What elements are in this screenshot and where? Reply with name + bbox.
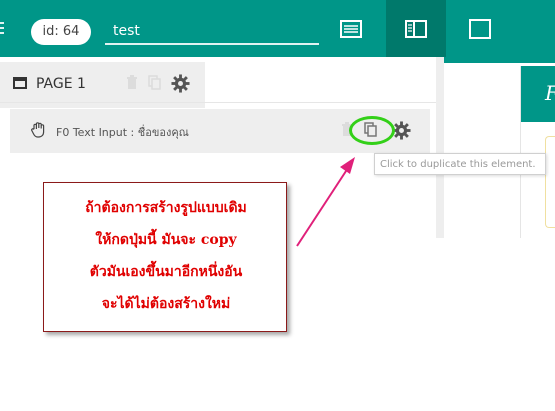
single-view-icon [469,18,491,39]
trash-icon[interactable] [126,75,138,90]
id-badge: id: 64 [31,19,91,45]
callout-line: จะได้ไม่ต้องสร้างใหม่ [101,296,231,312]
preview-title: F [545,81,555,105]
element-label: F0 Text Input : ชื่อของคุณ [56,126,189,139]
hand-icon[interactable] [30,121,48,139]
page-label: PAGE 1 [36,76,86,92]
preview-card [545,136,555,228]
form-title-input[interactable] [105,19,319,45]
callout-line: ถ้าต้องการสร้างรูปแบบเดิม [85,200,247,216]
single-view-button[interactable] [450,0,510,57]
panel-splitter[interactable] [436,57,444,238]
callout-line: ให้กดปุ่มนี้ มันจะ copy [95,232,237,248]
duplicate-tooltip: Click to duplicate this element. [374,153,546,175]
window-icon [13,77,27,89]
duplicate-highlight [349,116,395,145]
menu-icon[interactable] [0,22,4,34]
list-view-button[interactable] [321,0,381,57]
annotation-callout: ถ้าต้องการสร้างรูปแบบเดิม ให้กดปุ่มนี้ ม… [43,182,287,332]
copy-icon[interactable] [148,75,162,91]
gear-icon[interactable] [171,74,190,93]
preview-header: F [521,66,555,122]
callout-line: ตัวมันเองขึ้นมาอีกหนึ่งอัน [89,264,243,280]
split-view-icon [405,19,427,38]
top-toolbar: id: 64 [0,0,555,57]
panel-divider [0,102,436,103]
list-view-icon [340,19,362,38]
split-view-button[interactable] [386,0,446,57]
form-preview: F [520,66,555,238]
